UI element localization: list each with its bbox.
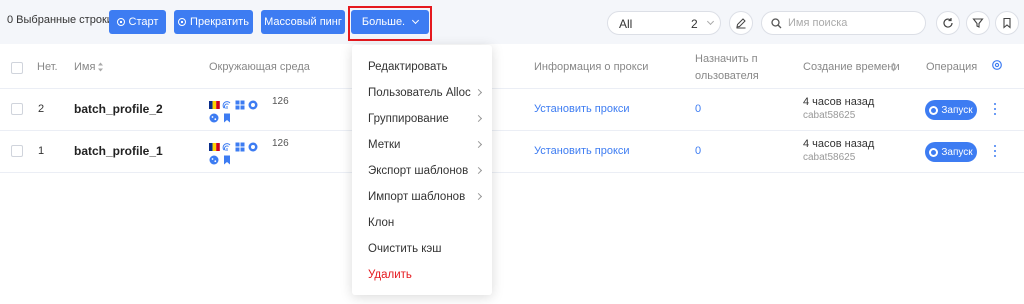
- filter-right-value: 2: [691, 17, 698, 31]
- chevron-right-icon: [474, 114, 483, 123]
- select-all-checkbox[interactable]: [11, 62, 23, 74]
- creator: cabat58625: [803, 110, 856, 121]
- row-name: batch_profile_2: [74, 102, 163, 116]
- table-row[interactable]: 1 batch_profile_1 126 Установить прокси …: [0, 131, 1024, 173]
- menu-item-clear-cache[interactable]: Очистить кэш: [368, 243, 442, 255]
- chrome-icon: [929, 105, 939, 115]
- filter-icon: [972, 18, 984, 28]
- menu-item-delete[interactable]: Удалить: [368, 269, 412, 281]
- start-button[interactable]: Старт: [109, 10, 166, 34]
- refresh-icon: [943, 18, 953, 28]
- edit-button[interactable]: [729, 11, 753, 35]
- filter-left-value: All: [619, 17, 633, 31]
- windows-icon: [235, 97, 245, 110]
- created-time: 4 часов назад: [803, 96, 875, 108]
- browser-version: 126: [272, 96, 289, 107]
- header-operation: Операция: [926, 61, 978, 73]
- menu-item-grouping[interactable]: Группирование: [368, 113, 449, 125]
- menu-item-tags[interactable]: Метки: [368, 139, 400, 151]
- table-row[interactable]: 2 batch_profile_2 126 Установить прокси …: [0, 89, 1024, 131]
- set-proxy-link[interactable]: Установить прокси: [534, 145, 630, 157]
- header-name[interactable]: Имя: [74, 61, 95, 73]
- menu-item-import-templates[interactable]: Импорт шаблонов: [368, 191, 465, 203]
- pencil-icon: [736, 18, 746, 29]
- chevron-down-icon: [706, 17, 715, 26]
- menu-item-edit[interactable]: Редактировать: [368, 61, 447, 73]
- mass-ping-label: Массовый пинг: [264, 16, 342, 28]
- search-input[interactable]: [788, 17, 918, 29]
- chevron-right-icon: [474, 88, 483, 97]
- stop-button[interactable]: Прекратить: [174, 10, 253, 34]
- header-env: Окружающая среда: [209, 61, 310, 73]
- table-header: Нет. Имя Окружающая среда Информация о п…: [0, 44, 1024, 89]
- row-num: 1: [38, 145, 45, 157]
- launch-button[interactable]: Запуск: [925, 100, 977, 120]
- mass-ping-button[interactable]: Массовый пинг: [261, 10, 345, 34]
- refresh-button[interactable]: [936, 11, 960, 35]
- group-filter-select[interactable]: All 2: [607, 11, 721, 35]
- row-checkbox[interactable]: [11, 145, 23, 157]
- cookie-icon: [209, 152, 219, 165]
- chrome-icon: [929, 147, 939, 157]
- stop-button-label: Прекратить: [190, 16, 249, 28]
- header-created[interactable]: Создание времени: [803, 61, 900, 73]
- menu-item-clone[interactable]: Клон: [368, 217, 394, 229]
- creator: cabat58625: [803, 152, 856, 163]
- selected-rows-count: 0 Выбранные строки: [7, 14, 113, 26]
- gear-icon[interactable]: [991, 59, 1003, 71]
- launch-label: Запуск: [941, 146, 973, 158]
- app-window: 0 Выбранные строки Старт Прекратить Масс…: [0, 0, 1024, 304]
- more-vertical-icon[interactable]: [993, 145, 997, 157]
- bookmark-icon: [222, 110, 232, 123]
- created-time: 4 часов назад: [803, 138, 875, 150]
- filter-button[interactable]: [966, 11, 990, 35]
- sort-icon[interactable]: [97, 62, 104, 72]
- search-box[interactable]: [761, 11, 926, 35]
- chevron-right-icon: [474, 140, 483, 149]
- header-num: Нет.: [37, 61, 58, 73]
- set-proxy-link[interactable]: Установить прокси: [534, 103, 630, 115]
- chrome-icon: [248, 97, 258, 110]
- assign-count[interactable]: 0: [695, 145, 701, 157]
- toolbar: 0 Выбранные строки Старт Прекратить Масс…: [0, 0, 1024, 44]
- bookmark-button[interactable]: [995, 11, 1019, 35]
- header-proxy: Информация о прокси: [534, 61, 649, 73]
- launch-button[interactable]: Запуск: [925, 142, 977, 162]
- cookie-icon: [209, 110, 219, 123]
- menu-item-alloc-user[interactable]: Пользователь Alloc: [368, 87, 471, 99]
- chevron-right-icon: [474, 166, 483, 175]
- menu-item-export-templates[interactable]: Экспорт шаблонов: [368, 165, 468, 177]
- stop-circle-icon: [178, 18, 187, 26]
- start-button-label: Старт: [128, 16, 159, 28]
- row-checkbox[interactable]: [11, 103, 23, 115]
- chevron-right-icon: [474, 192, 483, 201]
- bookmark-icon: [222, 152, 232, 165]
- more-dropdown-menu: Редактировать Пользователь Alloc Группир…: [352, 45, 492, 295]
- row-num: 2: [38, 103, 45, 115]
- fingerprint-icon: [222, 97, 232, 109]
- play-circle-icon: [116, 18, 125, 26]
- highlight-box: [348, 6, 432, 41]
- row-name: batch_profile_1: [74, 144, 163, 158]
- fingerprint-icon: [222, 139, 232, 151]
- browser-version: 126: [272, 138, 289, 149]
- more-vertical-icon[interactable]: [993, 103, 997, 115]
- flag-icon: [209, 97, 220, 109]
- search-icon: [771, 17, 782, 28]
- windows-icon: [235, 139, 245, 152]
- flag-icon: [209, 139, 220, 151]
- launch-label: Запуск: [941, 104, 973, 116]
- bookmark-icon: [1003, 17, 1011, 29]
- chrome-icon: [248, 139, 258, 152]
- assign-count[interactable]: 0: [695, 103, 701, 115]
- sort-icon[interactable]: [890, 62, 897, 72]
- header-assign-user: Назначить пользователя: [695, 53, 759, 82]
